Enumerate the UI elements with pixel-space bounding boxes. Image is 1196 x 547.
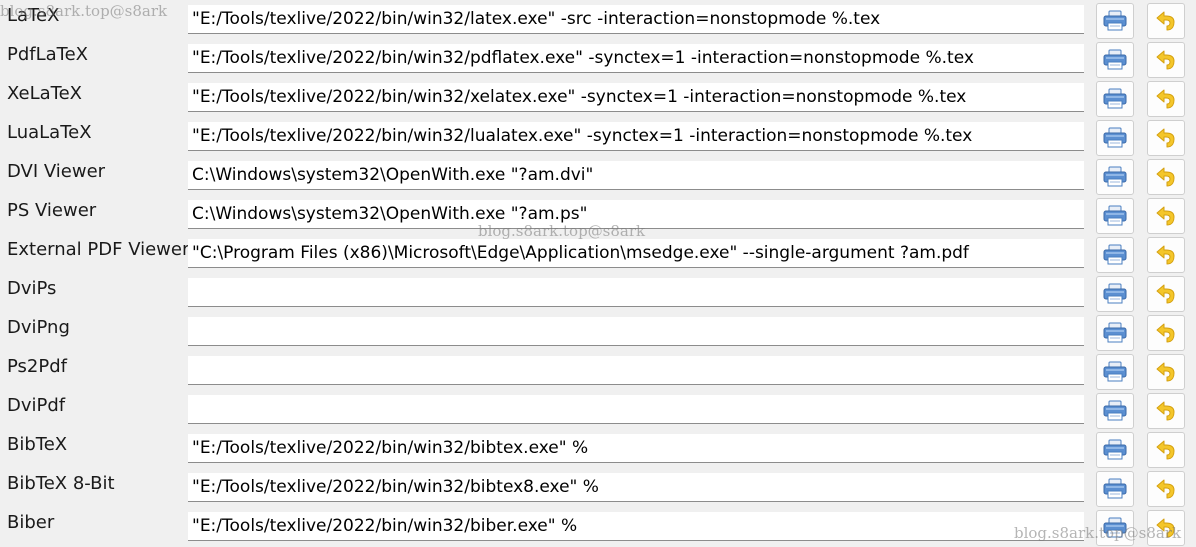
command-label: LaTeX [7,5,60,26]
command-label: External PDF Viewer [7,239,190,260]
reset-to-default-button[interactable] [1147,315,1185,351]
command-row: PdfLaTeX [0,40,1196,79]
command-label: Ps2Pdf [7,356,67,377]
command-input[interactable] [188,44,1084,73]
command-input[interactable] [188,278,1084,307]
command-label: XeLaTeX [7,83,82,104]
select-program-button[interactable] [1096,510,1134,546]
printer-icon [1103,88,1127,109]
command-row: DviPs [0,274,1196,313]
command-label: DVI Viewer [7,161,106,182]
reset-to-default-button[interactable] [1147,276,1185,312]
select-program-button[interactable] [1096,237,1134,273]
undo-arrow-icon [1156,128,1175,148]
select-program-button[interactable] [1096,42,1134,78]
command-row: DviPdf [0,391,1196,430]
command-input[interactable] [188,317,1084,346]
undo-arrow-icon [1156,11,1175,31]
select-program-button[interactable] [1096,198,1134,234]
printer-icon [1103,283,1127,304]
undo-arrow-icon [1156,362,1175,382]
undo-arrow-icon [1156,323,1175,343]
reset-to-default-button[interactable] [1147,198,1185,234]
printer-icon [1103,166,1127,187]
command-input[interactable] [188,512,1084,541]
select-program-button[interactable] [1096,471,1134,507]
printer-icon [1103,478,1127,499]
command-label: DviPs [7,278,57,299]
printer-icon [1103,244,1127,265]
command-input[interactable] [188,356,1084,385]
undo-arrow-icon [1156,440,1175,460]
printer-icon [1103,322,1127,343]
reset-to-default-button[interactable] [1147,471,1185,507]
select-program-button[interactable] [1096,3,1134,39]
undo-arrow-icon [1156,401,1175,421]
command-row: Biber [0,508,1196,547]
printer-icon [1103,205,1127,226]
undo-arrow-icon [1156,245,1175,265]
command-label: PdfLaTeX [7,44,89,65]
undo-arrow-icon [1156,479,1175,499]
reset-to-default-button[interactable] [1147,237,1185,273]
printer-icon [1103,10,1127,31]
undo-arrow-icon [1156,206,1175,226]
command-input[interactable] [188,161,1084,190]
select-program-button[interactable] [1096,354,1134,390]
select-program-button[interactable] [1096,159,1134,195]
undo-arrow-icon [1156,50,1175,70]
command-label: LuaLaTeX [7,122,92,143]
command-label: DviPng [7,317,70,338]
command-row: LaTeX [0,1,1196,40]
undo-arrow-icon [1156,518,1175,538]
command-input[interactable] [188,434,1084,463]
command-row: BibTeX [0,430,1196,469]
printer-icon [1103,439,1127,460]
select-program-button[interactable] [1096,120,1134,156]
command-input[interactable] [188,5,1084,34]
reset-to-default-button[interactable] [1147,159,1185,195]
reset-to-default-button[interactable] [1147,510,1185,546]
command-row: DVI Viewer [0,157,1196,196]
reset-to-default-button[interactable] [1147,3,1185,39]
command-row: LuaLaTeX [0,118,1196,157]
command-input[interactable] [188,200,1084,229]
undo-arrow-icon [1156,284,1175,304]
printer-icon [1103,400,1127,421]
command-label: DviPdf [7,395,66,416]
command-row: PS Viewer [0,196,1196,235]
command-label: BibTeX [7,434,68,455]
reset-to-default-button[interactable] [1147,81,1185,117]
select-program-button[interactable] [1096,432,1134,468]
select-program-button[interactable] [1096,315,1134,351]
command-input[interactable] [188,122,1084,151]
command-input[interactable] [188,473,1084,502]
command-row: Ps2Pdf [0,352,1196,391]
command-row: DviPng [0,313,1196,352]
printer-icon [1103,127,1127,148]
printer-icon [1103,49,1127,70]
command-label: Biber [7,512,55,533]
reset-to-default-button[interactable] [1147,354,1185,390]
select-program-button[interactable] [1096,393,1134,429]
reset-to-default-button[interactable] [1147,42,1185,78]
command-label: PS Viewer [7,200,97,221]
command-row: XeLaTeX [0,79,1196,118]
command-input[interactable] [188,239,1084,268]
printer-icon [1103,361,1127,382]
select-program-button[interactable] [1096,276,1134,312]
command-row: BibTeX 8-Bit [0,469,1196,508]
reset-to-default-button[interactable] [1147,432,1185,468]
reset-to-default-button[interactable] [1147,393,1185,429]
select-program-button[interactable] [1096,81,1134,117]
command-input[interactable] [188,395,1084,424]
command-input[interactable] [188,83,1084,112]
command-row: External PDF Viewer [0,235,1196,274]
reset-to-default-button[interactable] [1147,120,1185,156]
undo-arrow-icon [1156,89,1175,109]
printer-icon [1103,517,1127,538]
undo-arrow-icon [1156,167,1175,187]
command-label: BibTeX 8-Bit [7,473,115,494]
